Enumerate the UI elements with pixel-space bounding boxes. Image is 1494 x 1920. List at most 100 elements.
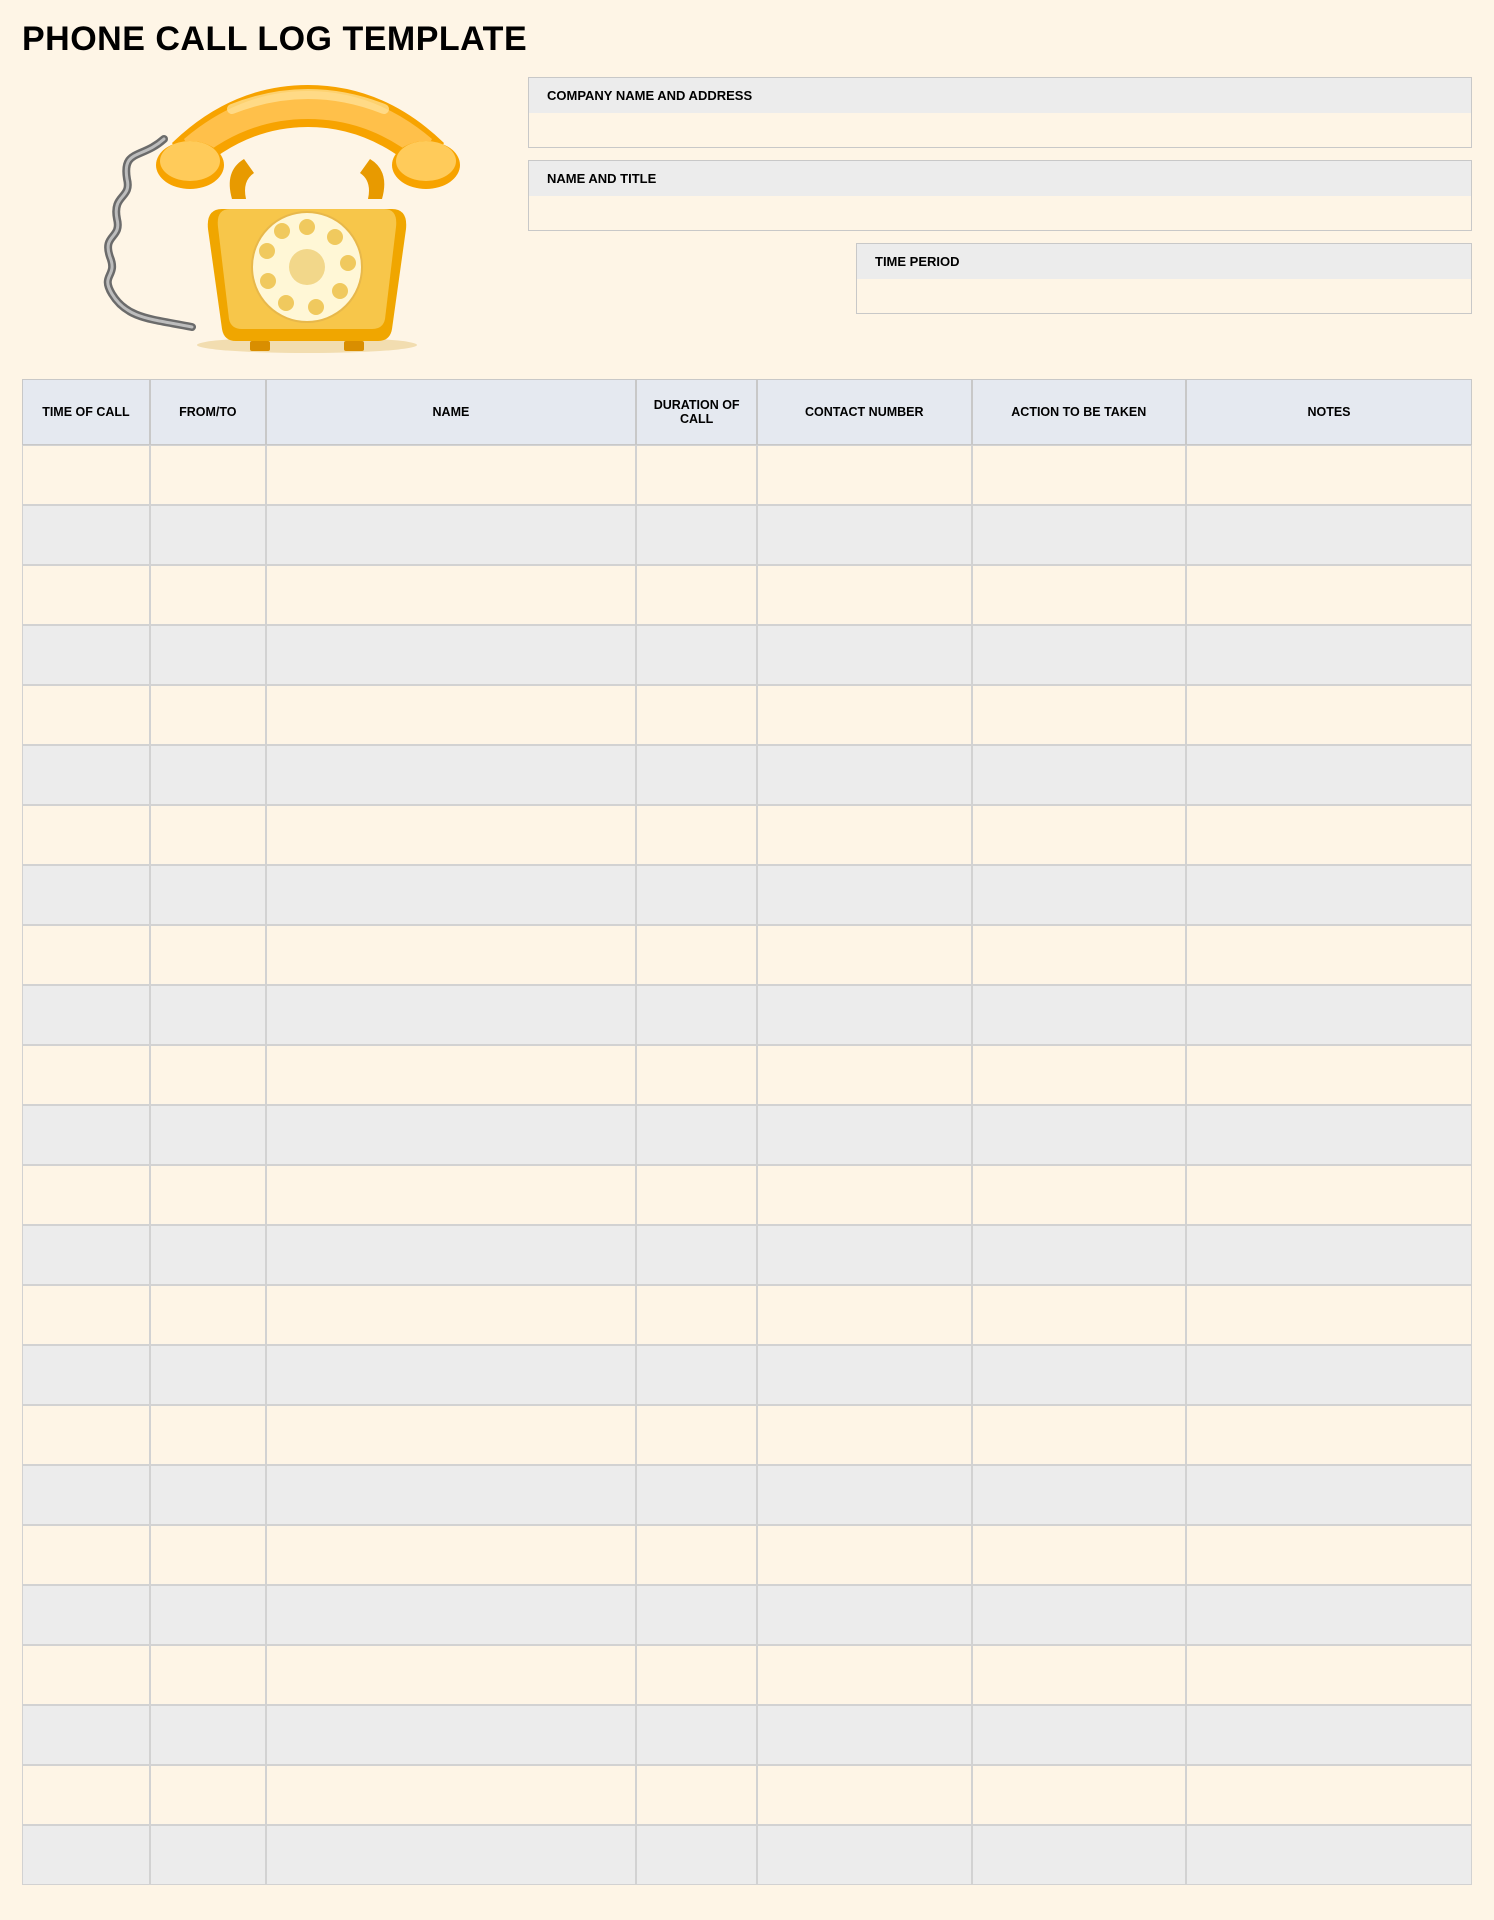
cell-name[interactable] <box>266 625 637 685</box>
cell-duration[interactable] <box>636 625 757 685</box>
cell-fromto[interactable] <box>150 1225 266 1285</box>
cell-time[interactable] <box>22 625 150 685</box>
cell-time[interactable] <box>22 565 150 625</box>
cell-fromto[interactable] <box>150 1045 266 1105</box>
cell-fromto[interactable] <box>150 745 266 805</box>
cell-duration[interactable] <box>636 445 757 505</box>
cell-notes[interactable] <box>1186 1165 1472 1225</box>
cell-contact[interactable] <box>757 1225 971 1285</box>
cell-action[interactable] <box>972 1105 1186 1165</box>
cell-duration[interactable] <box>636 1825 757 1885</box>
cell-name[interactable] <box>266 1045 637 1105</box>
cell-action[interactable] <box>972 985 1186 1045</box>
cell-contact[interactable] <box>757 1585 971 1645</box>
cell-name[interactable] <box>266 1405 637 1465</box>
cell-action[interactable] <box>972 805 1186 865</box>
cell-contact[interactable] <box>757 1105 971 1165</box>
cell-name[interactable] <box>266 1105 637 1165</box>
cell-duration[interactable] <box>636 1345 757 1405</box>
cell-fromto[interactable] <box>150 805 266 865</box>
cell-action[interactable] <box>972 865 1186 925</box>
cell-notes[interactable] <box>1186 1705 1472 1765</box>
cell-notes[interactable] <box>1186 1225 1472 1285</box>
cell-notes[interactable] <box>1186 805 1472 865</box>
cell-duration[interactable] <box>636 745 757 805</box>
cell-fromto[interactable] <box>150 985 266 1045</box>
cell-fromto[interactable] <box>150 1405 266 1465</box>
cell-contact[interactable] <box>757 1525 971 1585</box>
cell-name[interactable] <box>266 985 637 1045</box>
cell-fromto[interactable] <box>150 625 266 685</box>
cell-name[interactable] <box>266 1645 637 1705</box>
cell-notes[interactable] <box>1186 865 1472 925</box>
cell-name[interactable] <box>266 805 637 865</box>
cell-time[interactable] <box>22 745 150 805</box>
cell-time[interactable] <box>22 865 150 925</box>
cell-time[interactable] <box>22 505 150 565</box>
cell-fromto[interactable] <box>150 1105 266 1165</box>
cell-time[interactable] <box>22 1225 150 1285</box>
nametitle-input[interactable] <box>529 196 1471 230</box>
cell-duration[interactable] <box>636 925 757 985</box>
cell-contact[interactable] <box>757 625 971 685</box>
cell-notes[interactable] <box>1186 1345 1472 1405</box>
cell-time[interactable] <box>22 1585 150 1645</box>
cell-notes[interactable] <box>1186 565 1472 625</box>
cell-notes[interactable] <box>1186 1285 1472 1345</box>
cell-name[interactable] <box>266 1225 637 1285</box>
cell-notes[interactable] <box>1186 685 1472 745</box>
cell-action[interactable] <box>972 1165 1186 1225</box>
cell-notes[interactable] <box>1186 1405 1472 1465</box>
cell-fromto[interactable] <box>150 1585 266 1645</box>
cell-time[interactable] <box>22 1405 150 1465</box>
cell-duration[interactable] <box>636 505 757 565</box>
cell-name[interactable] <box>266 685 637 745</box>
cell-time[interactable] <box>22 1105 150 1165</box>
cell-action[interactable] <box>972 1225 1186 1285</box>
cell-contact[interactable] <box>757 1465 971 1525</box>
cell-notes[interactable] <box>1186 745 1472 805</box>
cell-contact[interactable] <box>757 565 971 625</box>
cell-name[interactable] <box>266 1585 637 1645</box>
cell-time[interactable] <box>22 1705 150 1765</box>
timeperiod-input[interactable] <box>857 279 1471 313</box>
cell-contact[interactable] <box>757 925 971 985</box>
cell-time[interactable] <box>22 1645 150 1705</box>
cell-action[interactable] <box>972 1525 1186 1585</box>
cell-action[interactable] <box>972 1585 1186 1645</box>
cell-action[interactable] <box>972 1705 1186 1765</box>
cell-fromto[interactable] <box>150 1285 266 1345</box>
cell-name[interactable] <box>266 1285 637 1345</box>
cell-notes[interactable] <box>1186 1585 1472 1645</box>
cell-fromto[interactable] <box>150 685 266 745</box>
cell-action[interactable] <box>972 685 1186 745</box>
cell-duration[interactable] <box>636 1705 757 1765</box>
cell-name[interactable] <box>266 1165 637 1225</box>
cell-action[interactable] <box>972 1045 1186 1105</box>
cell-name[interactable] <box>266 565 637 625</box>
cell-name[interactable] <box>266 1765 637 1825</box>
cell-action[interactable] <box>972 1285 1186 1345</box>
cell-name[interactable] <box>266 745 637 805</box>
cell-action[interactable] <box>972 505 1186 565</box>
cell-name[interactable] <box>266 445 637 505</box>
cell-duration[interactable] <box>636 1525 757 1585</box>
cell-action[interactable] <box>972 1405 1186 1465</box>
cell-notes[interactable] <box>1186 925 1472 985</box>
cell-duration[interactable] <box>636 1105 757 1165</box>
cell-contact[interactable] <box>757 1765 971 1825</box>
cell-duration[interactable] <box>636 1285 757 1345</box>
cell-contact[interactable] <box>757 1645 971 1705</box>
cell-notes[interactable] <box>1186 1645 1472 1705</box>
cell-time[interactable] <box>22 1345 150 1405</box>
cell-contact[interactable] <box>757 1045 971 1105</box>
cell-name[interactable] <box>266 865 637 925</box>
cell-contact[interactable] <box>757 505 971 565</box>
cell-fromto[interactable] <box>150 1345 266 1405</box>
cell-contact[interactable] <box>757 1405 971 1465</box>
cell-time[interactable] <box>22 1765 150 1825</box>
cell-name[interactable] <box>266 1465 637 1525</box>
cell-contact[interactable] <box>757 865 971 925</box>
cell-fromto[interactable] <box>150 445 266 505</box>
cell-contact[interactable] <box>757 685 971 745</box>
